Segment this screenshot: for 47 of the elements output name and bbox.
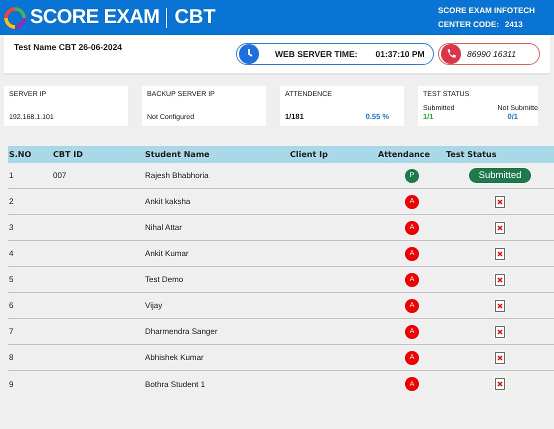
- test-name: Test Name CBT 26-06-2024: [14, 42, 124, 52]
- table-cell-text: Ankit Kumar: [145, 249, 190, 258]
- column-header: Student Name: [145, 150, 211, 159]
- server-time-label: WEB SERVER TIME:: [275, 49, 358, 59]
- table-cell-text: Vijay: [145, 301, 164, 310]
- column-header: Test Status: [446, 150, 498, 159]
- logo-icon: [4, 6, 26, 28]
- clock-icon: [239, 44, 259, 64]
- brand-name: SCORE EXAM: [30, 6, 160, 29]
- column-header: S.NO: [8, 150, 32, 159]
- status-badge: Submitted: [468, 168, 532, 183]
- broken-image-icon: [495, 300, 505, 312]
- table-cell-text: 1: [8, 171, 14, 180]
- table-cell-text: Test Demo: [145, 275, 184, 284]
- broken-image-icon: [495, 248, 505, 260]
- table-cell-text: 4: [8, 249, 14, 258]
- broken-image-icon: [495, 274, 505, 286]
- table-cell-text: Dharmendra Sanger: [145, 327, 218, 336]
- center-code-label: CENTER CODE:: [438, 20, 499, 29]
- server-time: 01:37:10 PM: [376, 49, 425, 59]
- table-cell-text: 8: [8, 353, 14, 362]
- center-code: 2413: [504, 20, 523, 29]
- table-cell-text: 6: [8, 301, 14, 310]
- column-header: Attendance: [378, 150, 431, 159]
- phone-number: 86990 16311: [467, 49, 516, 59]
- table-cell: 007: [53, 171, 66, 180]
- table-cell-text: 7: [8, 327, 14, 336]
- table-cell-text: Ankit kaksha: [145, 197, 192, 206]
- broken-image-icon: [495, 352, 505, 364]
- brand-separator: [166, 8, 168, 28]
- table-cell-text: Rajesh Bhabhoria: [145, 171, 210, 180]
- broken-image-icon: [495, 378, 505, 390]
- phone-icon: [441, 44, 461, 64]
- broken-image-icon: [495, 196, 505, 208]
- column-header: Client Ip: [290, 150, 329, 159]
- table-cell-text: 2: [8, 197, 14, 206]
- table-cell-text: 3: [8, 223, 14, 232]
- table-cell-text: Abhishek Kumar: [145, 353, 205, 362]
- table-cell-text: Bothra Student 1: [145, 380, 206, 388]
- broken-image-icon: [495, 326, 505, 338]
- broken-image-icon: [495, 222, 505, 234]
- table-cell-text: Nihal Attar: [145, 223, 183, 232]
- product-name: CBT: [174, 6, 216, 29]
- company-name: SCORE EXAM INFOTECH: [438, 6, 535, 15]
- table-cell-text: 5: [8, 275, 14, 284]
- table-cell-text: 9: [8, 380, 14, 388]
- column-header: CBT ID: [53, 150, 84, 159]
